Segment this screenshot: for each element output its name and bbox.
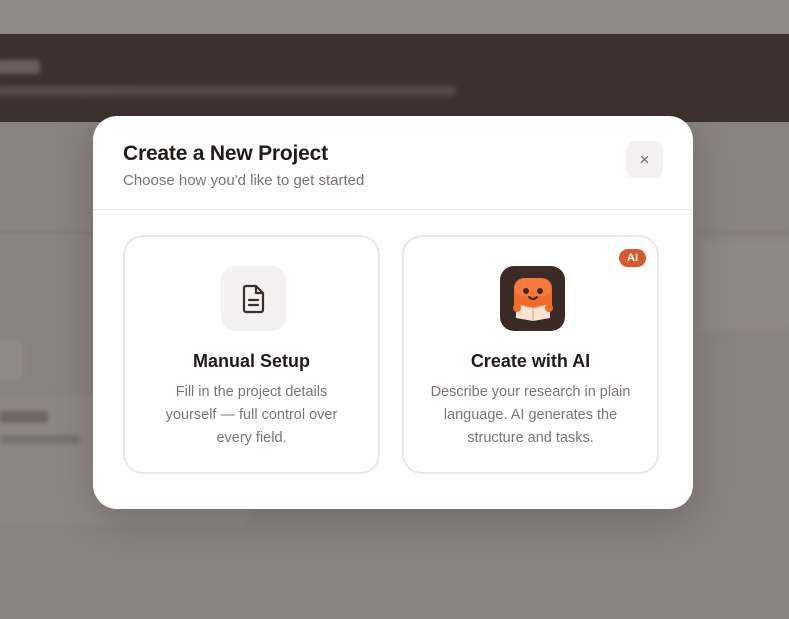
background-topbar — [0, 0, 789, 34]
create-with-ai-description: Describe your research in plain language… — [430, 384, 631, 446]
background-chip — [0, 340, 24, 380]
create-with-ai-title: Create with AI — [470, 351, 591, 371]
close-button[interactable]: × — [626, 141, 663, 178]
ai-badge: AI — [619, 249, 646, 267]
ai-mascot-icon — [500, 266, 565, 331]
modal-title: Create a New Project — [123, 142, 328, 165]
modal-subtitle: Choose how you'd like to get started — [123, 172, 365, 189]
create-with-ai-option[interactable]: AI Create with AI Describe your research… — [402, 235, 659, 474]
manual-setup-option[interactable]: Manual Setup Fill in the project details… — [123, 235, 380, 474]
manual-setup-title: Manual Setup — [192, 351, 310, 371]
background-banner-title — [0, 60, 40, 74]
create-project-modal: Create a New Project Choose how you'd li… — [93, 116, 693, 509]
background-card-title — [0, 411, 48, 423]
close-icon: × — [639, 149, 650, 169]
background-banner — [0, 34, 789, 122]
manual-setup-description: Fill in the project details yourself — f… — [165, 384, 338, 446]
background-banner-text — [0, 86, 456, 96]
background-card-text — [0, 435, 80, 444]
modal-header: Create a New Project Choose how you'd li… — [93, 116, 693, 210]
background-panel — [700, 240, 789, 330]
document-icon — [221, 266, 286, 331]
